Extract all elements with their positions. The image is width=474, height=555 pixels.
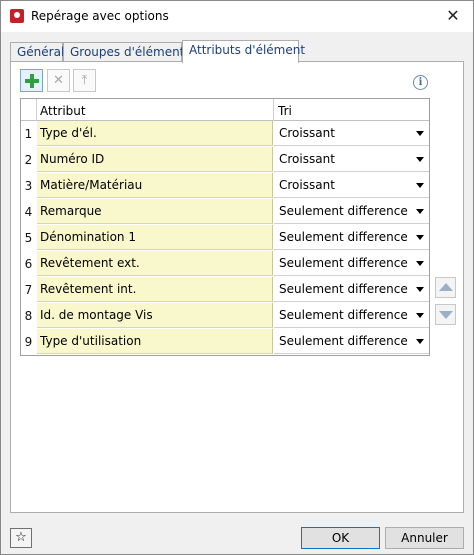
chevron-down-icon[interactable] (416, 183, 424, 188)
title-bar: Repérage avec options ✕ (1, 1, 473, 32)
arrow-down-icon (439, 311, 453, 319)
x-icon: ✕ (53, 73, 64, 88)
row-number: 8 (24, 309, 33, 323)
chevron-down-icon[interactable] (416, 131, 424, 136)
row-number: 7 (24, 283, 33, 297)
tri-value: Croissant (279, 126, 335, 140)
move-down-button[interactable] (435, 304, 456, 325)
attributes-grid: Attribut Tri 1 Type d'él. Croissant 2 Nu… (20, 98, 430, 356)
add-button[interactable] (20, 69, 43, 92)
attribut-cell[interactable]: Revêtement ext. (37, 251, 273, 276)
row-number: 4 (24, 205, 33, 219)
tri-value: Seulement difference (279, 282, 408, 296)
plus-icon (25, 74, 39, 88)
star-icon: ☆ (15, 530, 27, 545)
chevron-down-icon[interactable] (416, 261, 424, 266)
header-divider (273, 99, 274, 121)
window-title: Repérage avec options (31, 9, 169, 23)
ok-button[interactable]: OK (301, 527, 380, 549)
attribut-cell[interactable]: Revêtement int. (37, 277, 273, 302)
tri-value: Seulement difference (279, 308, 408, 322)
move-top-button[interactable]: ⤒ (73, 69, 96, 92)
tri-dropdown[interactable]: Croissant (274, 173, 429, 198)
table-row[interactable]: 6 Revêtement ext. Seulement difference (21, 251, 429, 277)
tri-value: Seulement difference (279, 230, 408, 244)
row-number: 1 (24, 127, 33, 141)
tri-value: Seulement difference (279, 204, 408, 218)
tri-value: Seulement difference (279, 334, 408, 348)
tri-dropdown[interactable]: Seulement difference (274, 225, 429, 250)
attribut-cell[interactable]: Matière/Matériau (37, 173, 273, 198)
chevron-down-icon[interactable] (416, 313, 424, 318)
favorite-button[interactable]: ☆ (10, 528, 32, 548)
tri-dropdown[interactable]: Croissant (274, 147, 429, 172)
tri-dropdown[interactable]: Seulement difference (274, 199, 429, 224)
delete-button[interactable]: ✕ (47, 69, 70, 92)
close-icon[interactable]: ✕ (443, 6, 463, 26)
table-row[interactable]: 7 Revêtement int. Seulement difference (21, 277, 429, 303)
dialog-window: Repérage avec options ✕ Général Groupes … (0, 0, 474, 555)
table-row[interactable]: 3 Matière/Matériau Croissant (21, 173, 429, 199)
move-top-icon: ⤒ (81, 73, 88, 88)
tri-dropdown[interactable]: Seulement difference (274, 251, 429, 276)
arrow-up-icon (439, 283, 453, 291)
tri-dropdown[interactable]: Seulement difference (274, 277, 429, 302)
header-tri[interactable]: Tri (278, 104, 292, 118)
chevron-down-icon[interactable] (416, 209, 424, 214)
tri-value: Croissant (279, 152, 335, 166)
attribut-cell[interactable]: Numéro ID (37, 147, 273, 172)
table-row[interactable]: 5 Dénomination 1 Seulement difference (21, 225, 429, 251)
header-attribut[interactable]: Attribut (40, 104, 86, 118)
table-row[interactable]: 2 Numéro ID Croissant (21, 147, 429, 173)
header-divider (36, 99, 37, 121)
app-logo-icon (10, 9, 24, 23)
tab-general[interactable]: Général (10, 42, 64, 62)
table-row[interactable]: 8 Id. de montage Vis Seulement differenc… (21, 303, 429, 329)
grid-header: Attribut Tri (21, 99, 429, 121)
attribut-cell[interactable]: Type d'utilisation (37, 329, 273, 354)
tri-dropdown[interactable]: Croissant (274, 121, 429, 146)
tab-element-groups[interactable]: Groupes d'éléments (63, 42, 191, 62)
table-row[interactable]: 1 Type d'él. Croissant (21, 121, 429, 147)
chevron-down-icon[interactable] (416, 287, 424, 292)
chevron-down-icon[interactable] (416, 339, 424, 344)
tri-dropdown[interactable]: Seulement difference (274, 303, 429, 328)
tri-value: Seulement difference (279, 256, 408, 270)
row-number: 5 (24, 231, 33, 245)
tri-dropdown[interactable]: Seulement difference (274, 329, 429, 354)
row-number: 6 (24, 257, 33, 271)
attribut-cell[interactable]: Remarque (37, 199, 273, 224)
tab-element-attributes[interactable]: Attributs d'élément (182, 40, 305, 63)
row-number: 3 (24, 179, 33, 193)
move-up-button[interactable] (435, 277, 456, 298)
row-number: 9 (24, 335, 33, 349)
attribut-cell[interactable]: Dénomination 1 (37, 225, 273, 250)
table-row[interactable]: 4 Remarque Seulement difference (21, 199, 429, 225)
cancel-button[interactable]: Annuler (385, 527, 464, 549)
tri-value: Croissant (279, 178, 335, 192)
info-icon[interactable]: i (413, 75, 428, 90)
chevron-down-icon[interactable] (416, 157, 424, 162)
attribut-cell[interactable]: Id. de montage Vis (37, 303, 273, 328)
attribut-cell[interactable]: Type d'él. (37, 121, 273, 146)
row-number: 2 (24, 153, 33, 167)
table-row[interactable]: 9 Type d'utilisation Seulement differenc… (21, 329, 429, 355)
chevron-down-icon[interactable] (416, 235, 424, 240)
